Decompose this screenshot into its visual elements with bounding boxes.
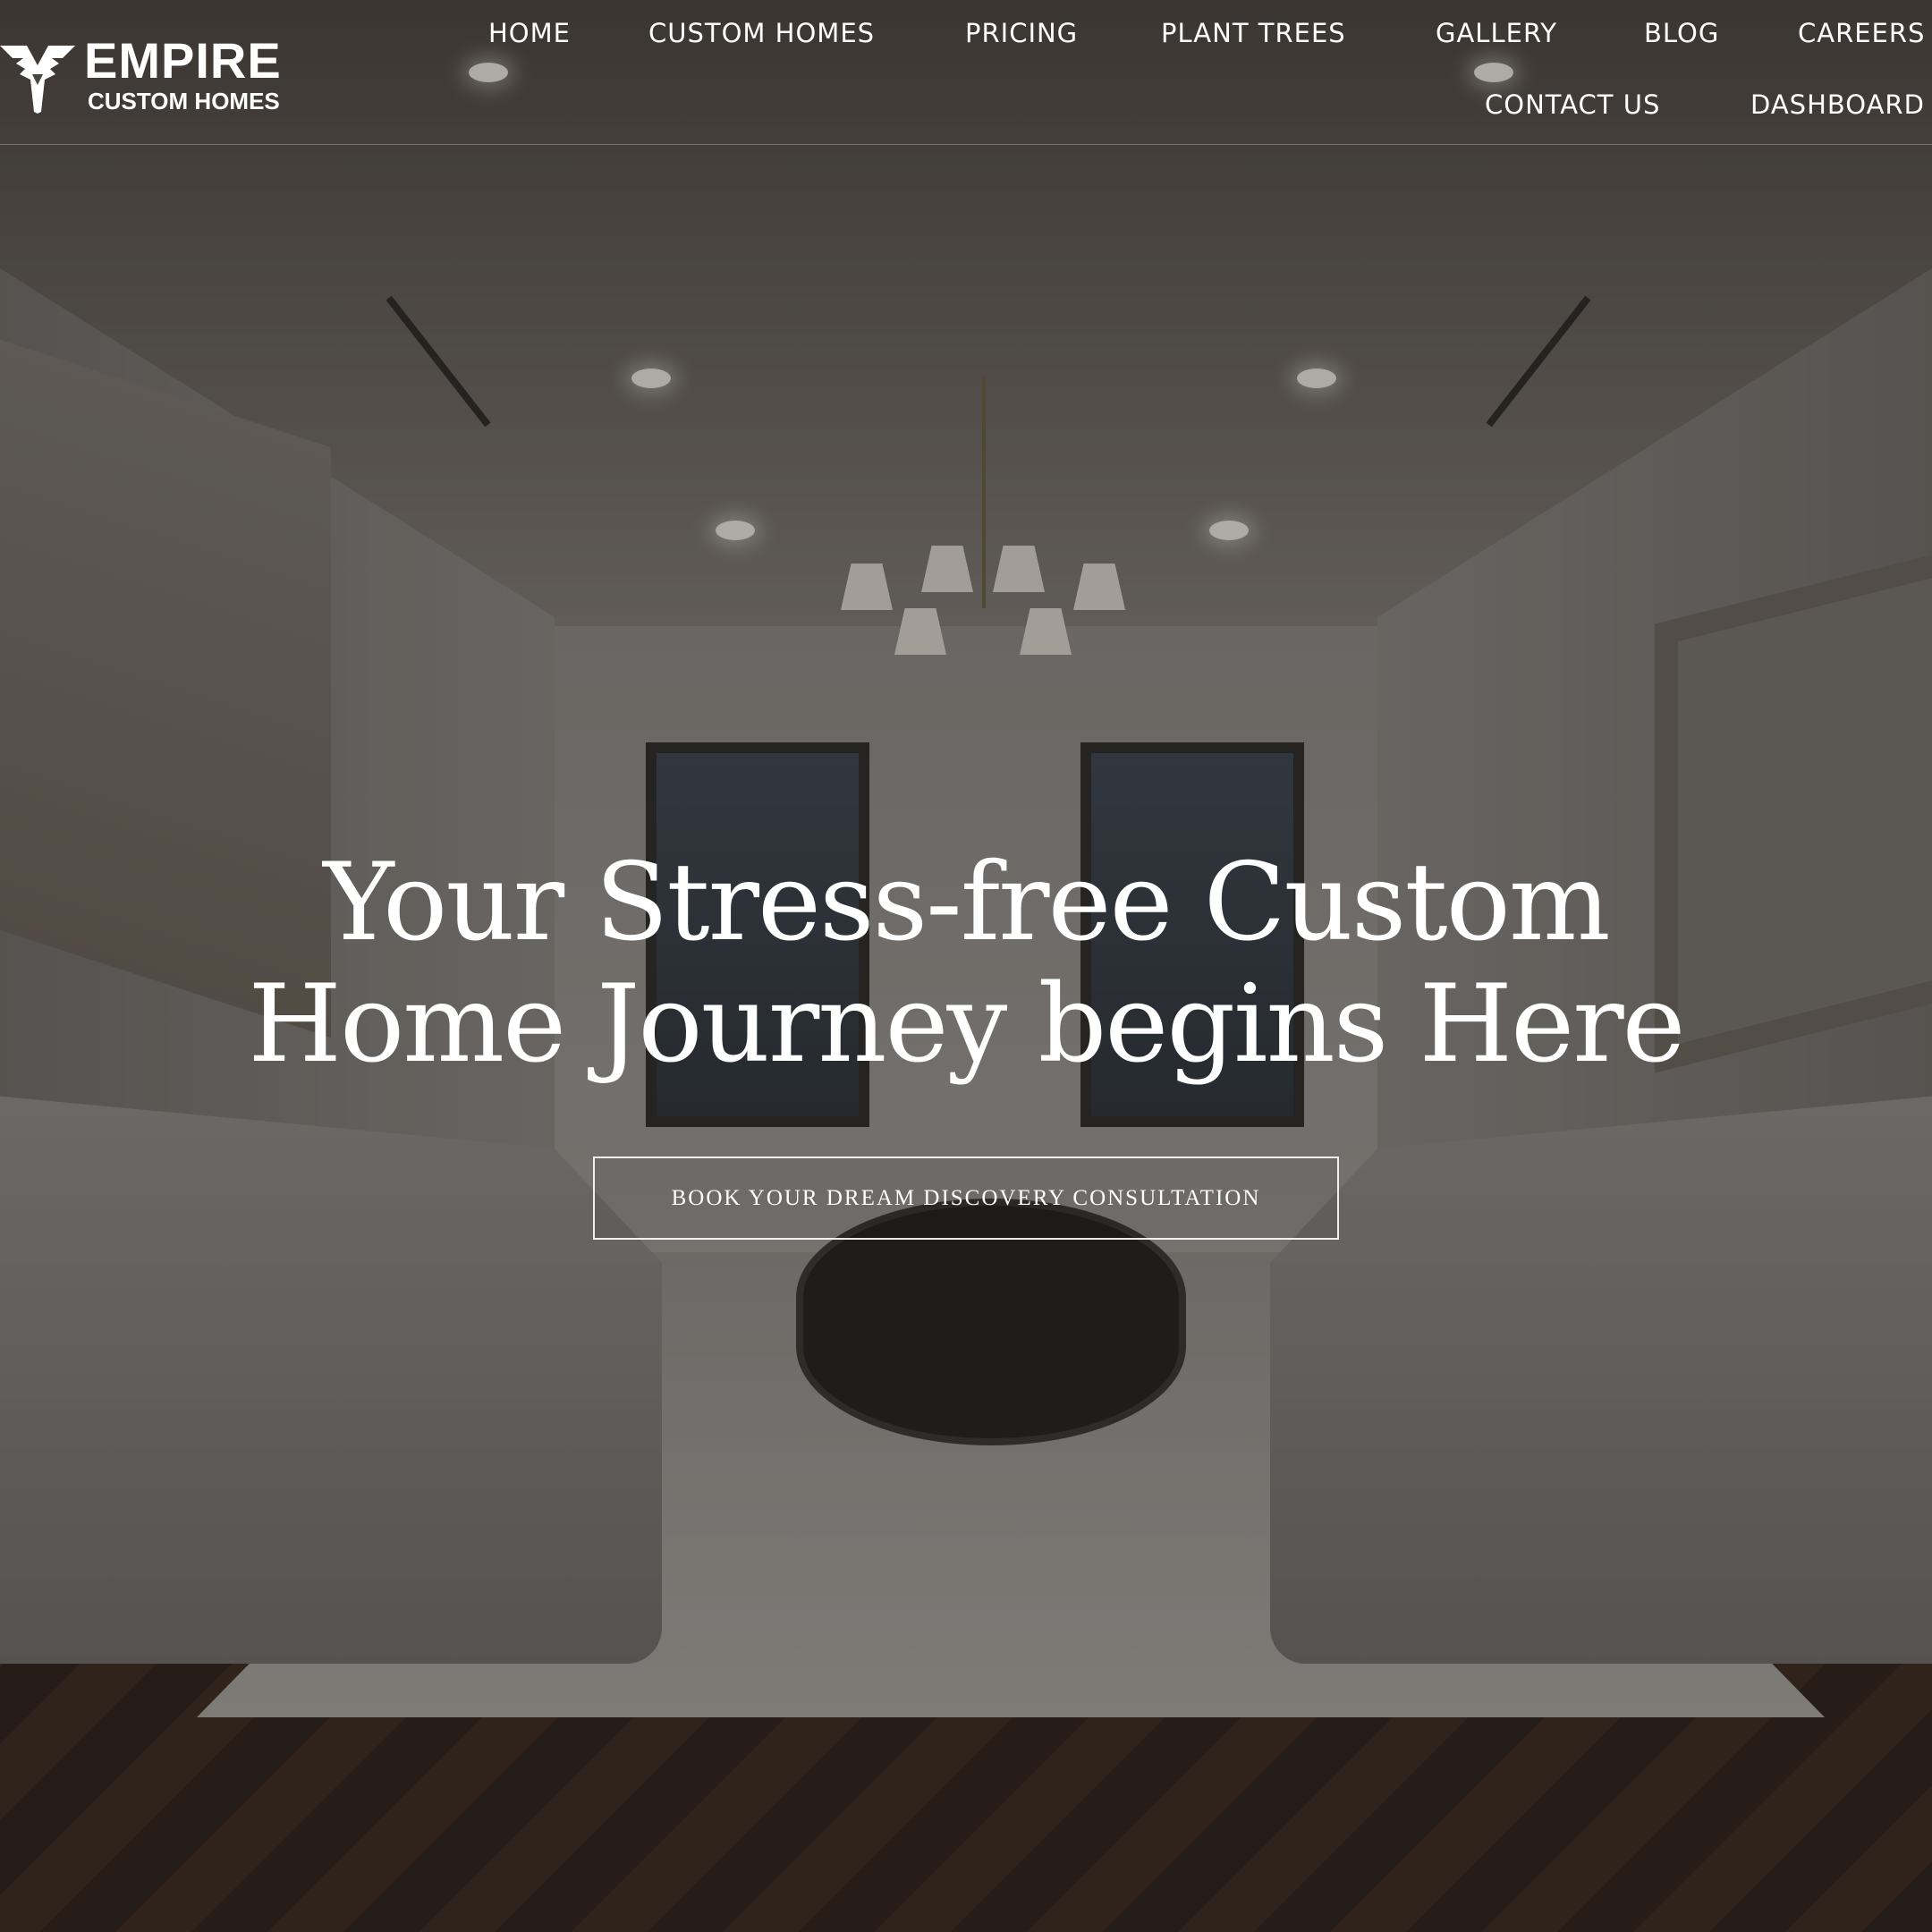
brand-logo[interactable]: EMPIRE CUSTOM HOMES: [0, 36, 282, 116]
nav-home[interactable]: HOME: [488, 18, 571, 48]
brand-name: EMPIRE: [84, 32, 282, 89]
nav-custom-homes[interactable]: CUSTOM HOMES: [648, 18, 875, 48]
nav-plant-trees[interactable]: PLANT TREES: [1161, 18, 1346, 48]
brand-subtitle: CUSTOM HOMES: [88, 88, 280, 114]
nav-contact-us[interactable]: CONTACT US: [1485, 89, 1660, 120]
nav-gallery[interactable]: GALLERY: [1436, 18, 1557, 48]
hero-headline-line1: Your Stress-free Custom: [323, 841, 1610, 965]
nav-pricing[interactable]: PRICING: [965, 18, 1078, 48]
nav-blog[interactable]: BLOG: [1644, 18, 1719, 48]
hero-headline-line2: Home Journey begins Here: [248, 962, 1685, 1087]
book-consultation-label: BOOK YOUR DREAM DISCOVERY CONSULTATION: [671, 1185, 1261, 1210]
book-consultation-button[interactable]: BOOK YOUR DREAM DISCOVERY CONSULTATION: [593, 1157, 1339, 1240]
nav-dashboard[interactable]: DASHBOARD: [1750, 89, 1925, 120]
site-header: EMPIRE CUSTOM HOMES HOME CUSTOM HOMES PR…: [0, 0, 1932, 145]
nav-careers[interactable]: CAREERS: [1798, 18, 1925, 48]
eagle-wings-icon: [0, 46, 75, 114]
